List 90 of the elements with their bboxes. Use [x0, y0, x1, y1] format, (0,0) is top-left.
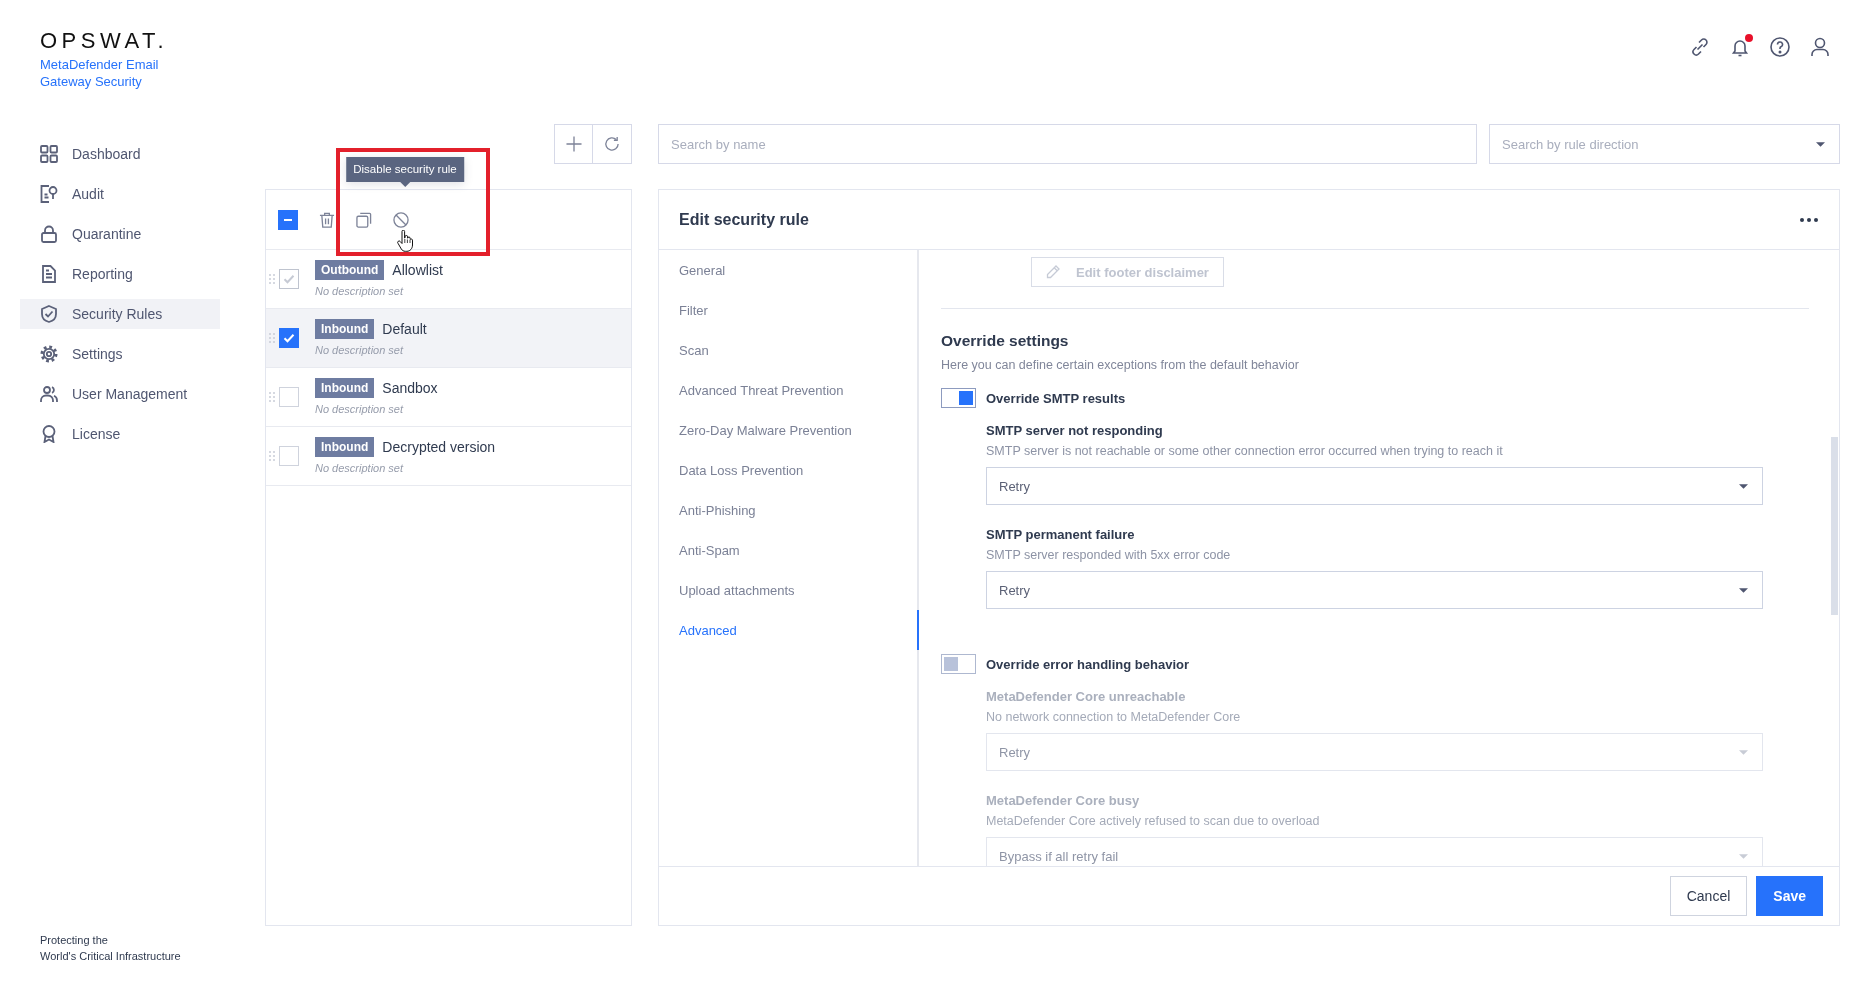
drag-handle-icon[interactable]	[269, 333, 275, 343]
rule-row[interactable]: Inbound Default No description set	[266, 309, 631, 368]
settings-tab[interactable]: Data Loss Prevention	[659, 450, 919, 490]
direction-badge: Inbound	[315, 378, 375, 398]
settings-tab[interactable]: Advanced	[659, 610, 919, 650]
shield-check-icon	[40, 305, 58, 323]
tooltip: Disable security rule	[346, 157, 464, 187]
section-title: Override settings	[941, 331, 1070, 351]
toggle-label: Override error handling behavior	[986, 656, 1189, 672]
hand-cursor-icon	[397, 230, 413, 252]
field-description: MetaDefender Core actively refused to scan due to overload	[986, 813, 1321, 829]
logo-wordmark: OPSWAT.	[40, 31, 169, 51]
rule-description: No description set	[315, 285, 405, 298]
grid-icon	[40, 145, 58, 163]
settings-tab[interactable]: Advanced Threat Prevention	[659, 370, 919, 410]
toggle-label: Override SMTP results	[986, 390, 1126, 406]
rule-description: No description set	[315, 344, 405, 357]
refresh-icon	[604, 136, 620, 152]
link-icon[interactable]	[1690, 37, 1710, 57]
more-icon[interactable]	[1799, 216, 1819, 223]
rule-row[interactable]: Inbound Sandbox No description set	[266, 368, 631, 427]
sidebar-item[interactable]: Security Rules	[20, 299, 220, 329]
toggle-switch[interactable]	[941, 654, 976, 674]
lock-icon	[40, 225, 58, 243]
dropdown-field[interactable]: Retry	[986, 571, 1763, 609]
document-search-icon	[40, 185, 58, 203]
settings-tab[interactable]: Filter	[659, 290, 919, 330]
field-description: SMTP server responded with 5xx error code	[986, 547, 1232, 563]
sidebar-item[interactable]: Audit	[20, 179, 220, 209]
pencil-icon	[1046, 265, 1060, 279]
search-field[interactable]: Search by name	[658, 124, 1477, 164]
sidebar-item[interactable]: Settings	[20, 339, 220, 369]
field-description: SMTP server is not reachable or some other connection error occurred when trying to reach it	[986, 443, 1504, 459]
award-icon	[40, 425, 58, 443]
rule-checkbox[interactable]	[279, 328, 299, 348]
users-icon	[40, 385, 58, 403]
sidebar-item[interactable]: Reporting	[20, 259, 220, 289]
settings-icon	[40, 345, 58, 363]
caret-down-icon	[1739, 749, 1748, 755]
direction-badge: Outbound	[315, 260, 385, 280]
caret-down-icon	[1739, 853, 1748, 859]
rule-name: Default	[382, 321, 427, 337]
toggle-switch[interactable]	[941, 388, 976, 408]
direction-badge: Inbound	[315, 319, 375, 339]
caret-down-icon	[1739, 483, 1748, 489]
copy-icon[interactable]	[356, 211, 372, 228]
trash-icon[interactable]	[319, 211, 335, 228]
rule-name: Allowlist	[392, 262, 443, 278]
secondary-button[interactable]: Cancel	[1669, 876, 1748, 916]
block-icon[interactable]	[393, 211, 409, 228]
field-description: No network connection to MetaDefender Core	[986, 709, 1242, 725]
drag-handle-icon[interactable]	[269, 392, 275, 402]
settings-tab[interactable]: Anti-Phishing	[659, 490, 919, 530]
tagline: Protecting the World's Critical Infrastructure	[40, 933, 181, 964]
settings-tab[interactable]: Scan	[659, 330, 919, 370]
rule-row[interactable]: Inbound Decrypted version No description set	[266, 427, 631, 486]
document-icon	[40, 265, 58, 283]
user-icon[interactable]	[1810, 37, 1830, 57]
product-name: MetaDefender Email Gateway Security	[40, 56, 159, 90]
direction-badge: Inbound	[315, 437, 375, 457]
rule-name: Decrypted version	[382, 439, 496, 455]
field-label: MetaDefender Core unreachable	[986, 689, 1187, 705]
rule-description: No description set	[315, 403, 405, 416]
sidebar-item[interactable]: Dashboard	[20, 139, 220, 169]
plus-icon	[565, 136, 582, 152]
rule-name: Sandbox	[382, 380, 438, 396]
sidebar-item[interactable]: Quarantine	[20, 219, 220, 249]
bell-icon[interactable]	[1730, 37, 1750, 57]
primary-button[interactable]: Save	[1756, 876, 1823, 916]
refresh-button[interactable]	[593, 124, 632, 164]
settings-tab[interactable]: Anti-Spam	[659, 530, 919, 570]
sidebar-item[interactable]: License	[20, 419, 220, 449]
scrollbar-thumb[interactable]	[1831, 437, 1838, 615]
field-label: SMTP permanent failure	[986, 527, 1136, 543]
dropdown-field[interactable]: Retry	[986, 467, 1763, 505]
field-label: MetaDefender Core busy	[986, 793, 1141, 809]
settings-tab[interactable]: General	[659, 250, 919, 290]
select-all-checkbox[interactable]	[278, 209, 298, 230]
add-button[interactable]	[554, 124, 593, 164]
caret-down-icon	[1739, 587, 1748, 593]
help-icon[interactable]	[1770, 37, 1790, 57]
rule-description: No description set	[315, 462, 405, 475]
section-description: Here you can define certain exceptions from the default behavior	[941, 357, 1300, 373]
caret-down-icon	[1816, 141, 1825, 147]
field-label: SMTP server not responding	[986, 423, 1164, 439]
drag-handle-icon[interactable]	[269, 451, 275, 461]
sidebar-item[interactable]: User Management	[20, 379, 220, 409]
settings-tab[interactable]: Upload attachments	[659, 570, 919, 610]
panel-title: Edit security rule	[679, 210, 809, 229]
settings-tab[interactable]: Zero-Day Malware Prevention	[659, 410, 919, 450]
